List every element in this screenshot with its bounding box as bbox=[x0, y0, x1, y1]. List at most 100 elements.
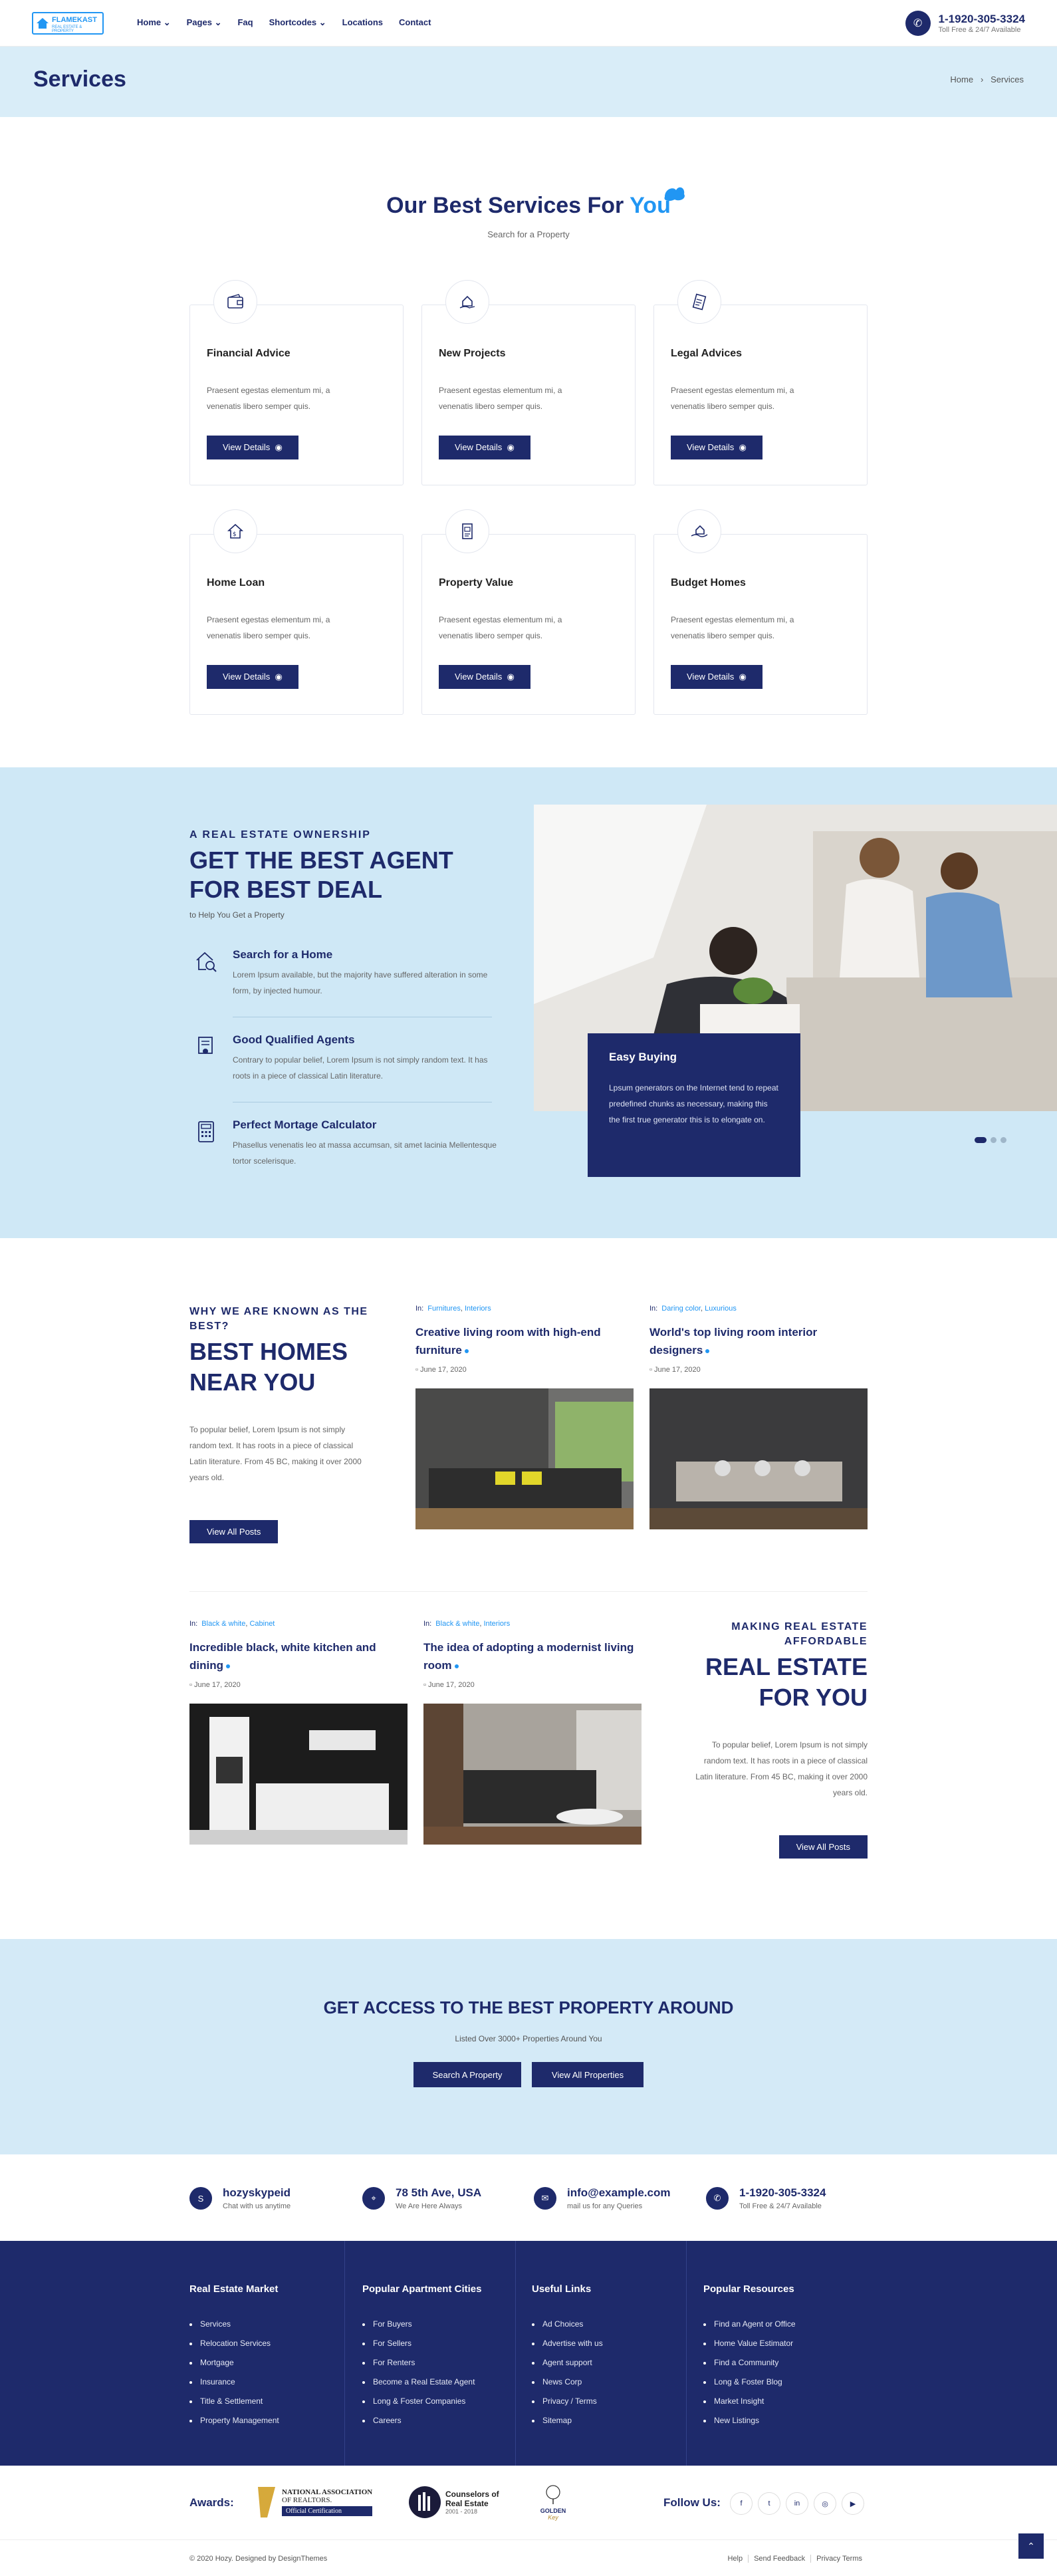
post-categories: In: Black & white, Cabinet bbox=[189, 1620, 275, 1628]
post-image[interactable] bbox=[649, 1388, 868, 1529]
house-dollar-icon: $ bbox=[213, 509, 257, 553]
feature-item: Perfect Mortage Calculator Phasellus ven… bbox=[194, 1118, 500, 1185]
footer-link[interactable]: Sitemap bbox=[532, 2411, 701, 2430]
twitter-icon[interactable]: t bbox=[758, 2492, 780, 2515]
footer-link[interactable]: Home Value Estimator bbox=[703, 2334, 873, 2353]
footer-link[interactable]: Advertise with us bbox=[532, 2334, 701, 2353]
footer-link[interactable]: Long & Foster Companies bbox=[362, 2392, 532, 2411]
contact-item[interactable]: S hozyskypeid Chat with us anytime bbox=[189, 2186, 291, 2210]
nav-locations[interactable]: Locations bbox=[342, 17, 383, 28]
footer-link[interactable]: Market Insight bbox=[703, 2392, 873, 2411]
footer-link[interactable]: News Corp bbox=[532, 2373, 701, 2392]
privacy-terms-link[interactable]: Privacy Terms bbox=[816, 2555, 868, 2563]
footer-link[interactable]: Careers bbox=[362, 2411, 532, 2430]
contact-item[interactable]: ✆ 1-1920-305-3324 Toll Free & 24/7 Availa… bbox=[706, 2186, 826, 2210]
footer-link[interactable]: Find an Agent or Office bbox=[703, 2315, 873, 2334]
post-categories: In: Furnitures, Interiors bbox=[415, 1305, 491, 1313]
view-details-button[interactable]: View Details ◉ bbox=[439, 436, 530, 459]
footer-link[interactable]: Find a Community bbox=[703, 2353, 873, 2373]
service-text: Praesent egestas elementum mi, a venenat… bbox=[671, 615, 794, 640]
chevron-up-icon: ⌃ bbox=[1027, 2541, 1035, 2551]
slider-dot[interactable] bbox=[1000, 1137, 1006, 1143]
help-link[interactable]: Help bbox=[727, 2555, 749, 2563]
slider-dot-active[interactable] bbox=[975, 1137, 987, 1143]
header-phone[interactable]: ✆ 1-1920-305-3324 Toll Free & 24/7 Avail… bbox=[905, 9, 1025, 37]
footer-link[interactable]: Long & Foster Blog bbox=[703, 2373, 873, 2392]
feature-title: Perfect Mortage Calculator bbox=[233, 1118, 377, 1131]
post-title[interactable]: World's top living room interior designe… bbox=[649, 1323, 868, 1359]
service-text: Praesent egestas elementum mi, a venenat… bbox=[207, 615, 330, 640]
awards-label: Awards: bbox=[189, 2496, 234, 2509]
footer-link[interactable]: Become a Real Estate Agent bbox=[362, 2373, 532, 2392]
post-title[interactable]: Incredible black, white kitchen and dini… bbox=[189, 1638, 408, 1674]
footer-link[interactable]: Relocation Services bbox=[189, 2334, 359, 2353]
calculator-icon bbox=[198, 1121, 214, 1142]
footer-link[interactable]: For Sellers bbox=[362, 2334, 532, 2353]
feature-text: Phasellus venenatis leo at massa accumsa… bbox=[233, 1140, 497, 1166]
post-image[interactable] bbox=[423, 1704, 642, 1845]
contact-item[interactable]: ✉ info@example.com mail us for any Querie… bbox=[534, 2186, 670, 2210]
footer-link[interactable]: For Buyers bbox=[362, 2315, 532, 2334]
awards-bar: Awards: NATIONAL ASSOCIATION OF REALTORS… bbox=[0, 2466, 1057, 2540]
back-to-top-button[interactable]: ⌃ bbox=[1018, 2533, 1044, 2559]
send-feedback-link[interactable]: Send Feedback bbox=[754, 2555, 812, 2563]
footer-link[interactable]: Privacy / Terms bbox=[532, 2392, 701, 2411]
linkedin-icon[interactable]: in bbox=[786, 2492, 808, 2515]
footer-link[interactable]: Mortgage bbox=[189, 2353, 359, 2373]
search-house-icon bbox=[196, 952, 217, 972]
nav-pages[interactable]: Pages ⌄ bbox=[187, 17, 222, 28]
contact-item[interactable]: ⌖ 78 5th Ave, USA We Are Here Always bbox=[362, 2186, 481, 2210]
post-image[interactable] bbox=[415, 1388, 634, 1529]
view-details-button[interactable]: View Details ◉ bbox=[207, 436, 298, 459]
post-categories: In: Daring color, Luxurious bbox=[649, 1305, 737, 1313]
footer-link[interactable]: Property Management bbox=[189, 2411, 359, 2430]
service-text: Praesent egestas elementum mi, a venenat… bbox=[671, 386, 794, 411]
nav-contact[interactable]: Contact bbox=[399, 17, 431, 28]
facebook-icon[interactable]: f bbox=[730, 2492, 753, 2515]
view-details-button[interactable]: View Details ◉ bbox=[671, 665, 763, 689]
service-card: New Projects Praesent egestas elementum … bbox=[421, 280, 636, 485]
view-all-posts-button[interactable]: View All Posts bbox=[778, 1835, 868, 1859]
logo-tagline: REAL ESTATE & PROPERTY bbox=[52, 25, 82, 33]
view-details-button[interactable]: View Details ◉ bbox=[439, 665, 530, 689]
view-details-button[interactable]: View Details ◉ bbox=[671, 436, 763, 459]
contact-title: 78 5th Ave, USA bbox=[396, 2186, 482, 2199]
post-title[interactable]: The idea of adopting a modernist living … bbox=[423, 1638, 642, 1674]
footer-link[interactable]: For Renters bbox=[362, 2353, 532, 2373]
service-card: Property Value Praesent egestas elementu… bbox=[421, 509, 636, 715]
youtube-icon[interactable]: ▶ bbox=[842, 2492, 864, 2515]
follow-label: Follow Us: bbox=[663, 2496, 721, 2509]
post-title[interactable]: Creative living room with high-end furni… bbox=[415, 1323, 634, 1359]
eye-icon: ◉ bbox=[739, 672, 747, 682]
breadcrumb: Home › Services bbox=[950, 74, 1024, 84]
view-all-properties-button[interactable]: View All Properties bbox=[532, 2062, 644, 2087]
service-text: Praesent egestas elementum mi, a venenat… bbox=[439, 615, 562, 640]
view-all-posts-button[interactable]: View All Posts bbox=[189, 1520, 279, 1543]
footer-link[interactable]: Agent support bbox=[532, 2353, 701, 2373]
nav-faq[interactable]: Faq bbox=[237, 17, 253, 28]
breadcrumb-home[interactable]: Home bbox=[950, 74, 973, 84]
building-doc-icon bbox=[445, 509, 489, 553]
header-phone-sub: Toll Free & 24/7 Available bbox=[938, 26, 1021, 34]
footer-link[interactable]: New Listings bbox=[703, 2411, 873, 2430]
phone-icon: ✆ bbox=[905, 11, 931, 36]
blog-heading: BEST HOMES NEAR YOU bbox=[189, 1338, 348, 1396]
instagram-icon[interactable]: ◎ bbox=[814, 2492, 836, 2515]
footer-link[interactable]: Title & Settlement bbox=[189, 2392, 359, 2411]
footer-link[interactable]: Insurance bbox=[189, 2373, 359, 2392]
counselors-logo-icon bbox=[409, 2486, 441, 2518]
view-details-button[interactable]: View Details ◉ bbox=[207, 665, 298, 689]
nav-home[interactable]: Home ⌄ bbox=[137, 17, 171, 28]
award-golden-key: GOLDEN Key bbox=[536, 2484, 570, 2521]
contact-strip: S hozyskypeid Chat with us anytime ⌖ 78 5… bbox=[0, 2154, 1057, 2241]
slider-dot[interactable] bbox=[991, 1137, 997, 1143]
nav-shortcodes[interactable]: Shortcodes ⌄ bbox=[269, 17, 326, 28]
site-logo[interactable]: FLAMEKAST REAL ESTATE & PROPERTY bbox=[32, 12, 104, 35]
post-image[interactable] bbox=[189, 1704, 408, 1845]
hand-home-icon bbox=[677, 509, 721, 553]
agent-section: A REAL ESTATE OWNERSHIP GET THE BEST AGE… bbox=[0, 767, 1057, 1238]
contact-title: 1-1920-305-3324 bbox=[739, 2186, 826, 2199]
search-property-button[interactable]: Search A Property bbox=[413, 2062, 521, 2087]
footer-link[interactable]: Services bbox=[189, 2315, 359, 2334]
footer-link[interactable]: Ad Choices bbox=[532, 2315, 701, 2334]
